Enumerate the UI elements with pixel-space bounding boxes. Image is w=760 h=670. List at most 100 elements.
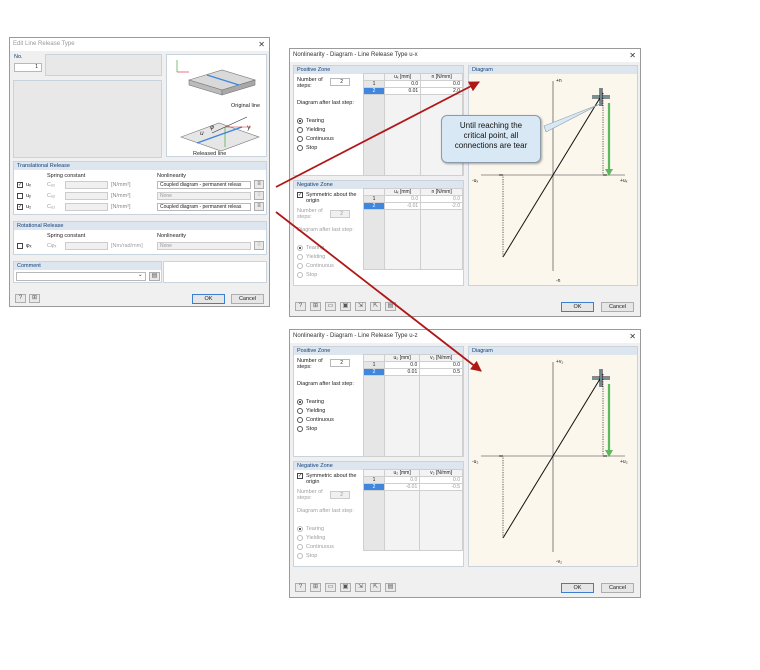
- cell-f[interactable]: 0.5: [419, 368, 463, 376]
- cell-f[interactable]: -2.0: [420, 202, 463, 210]
- neg-option-radio-stop[interactable]: [297, 272, 303, 278]
- ok-button[interactable]: OK: [192, 294, 225, 304]
- neg-option-radio-yielding[interactable]: [297, 254, 303, 260]
- cell-f[interactable]: -0.5: [419, 483, 463, 491]
- trans-checkbox-1[interactable]: [17, 193, 23, 199]
- export-icon[interactable]: ⇱: [370, 302, 381, 311]
- open-icon[interactable]: ▭: [325, 302, 336, 311]
- table-row[interactable]: 2 -0.01 -2.0: [363, 202, 463, 210]
- table-row[interactable]: 1 0.0 0.0: [363, 476, 463, 484]
- cell-f[interactable]: 0.0: [420, 80, 463, 88]
- neg-number-of-steps-field[interactable]: 2: [330, 210, 350, 218]
- save-icon[interactable]: ▣: [340, 302, 351, 311]
- table-row[interactable]: 2 0.01 0.5: [363, 368, 463, 376]
- no-field[interactable]: 1: [14, 63, 42, 72]
- symmetric-checkbox[interactable]: ✓: [297, 473, 303, 479]
- save-icon[interactable]: ▣: [340, 583, 351, 592]
- help-icon[interactable]: ?: [295, 583, 306, 592]
- option-radio-yielding[interactable]: [297, 408, 303, 414]
- neg-option-radio-continuous[interactable]: [297, 263, 303, 269]
- trans-constant-field[interactable]: [65, 203, 108, 211]
- cell-u[interactable]: 0.01: [383, 368, 421, 376]
- export-icon[interactable]: ⇱: [370, 583, 381, 592]
- import-icon[interactable]: ⇲: [355, 583, 366, 592]
- translational-release-panel: Translational Release Spring constant No…: [13, 161, 267, 215]
- trans-edit-diagram-icon[interactable]: ≡: [254, 202, 264, 211]
- print-icon[interactable]: ▤: [385, 302, 396, 311]
- number-of-steps-field[interactable]: 2: [330, 78, 350, 86]
- option-label-tearing: Tearing: [306, 399, 325, 405]
- trans-edit-diagram-icon[interactable]: ≡: [254, 191, 264, 200]
- option-radio-continuous[interactable]: [297, 136, 303, 142]
- option-radio-tearing[interactable]: [297, 118, 303, 124]
- cancel-button[interactable]: Cancel: [231, 294, 264, 304]
- ok-button[interactable]: OK: [561, 302, 594, 312]
- negative-diagram-table[interactable]: uₓ [mm] n [N/mm] 1 0.0 0.0 2 -0.01 -2.0: [363, 188, 463, 270]
- rot-nonlinearity-select[interactable]: None: [157, 242, 251, 250]
- print-icon[interactable]: ▤: [385, 583, 396, 592]
- neg-option-radio-stop[interactable]: [297, 553, 303, 559]
- table-row[interactable]: 1 0.0 0.0: [363, 361, 463, 369]
- rot-constant-field[interactable]: [65, 242, 108, 250]
- close-icon[interactable]: ✕: [629, 49, 636, 62]
- table-row[interactable]: 2 0.01 2.0: [363, 87, 463, 95]
- trans-constant-field[interactable]: [65, 181, 108, 189]
- negative-diagram-table[interactable]: u₂ [mm] v₂ [N/mm] 1 0.0 0.0 2 -0.01 -0.5: [363, 469, 463, 551]
- cell-u[interactable]: 0.0: [383, 361, 421, 369]
- cell-u[interactable]: 0.0: [383, 195, 422, 203]
- neg-option-radio-tearing[interactable]: [297, 526, 303, 532]
- cancel-button[interactable]: Cancel: [601, 302, 634, 312]
- cell-u[interactable]: 0.0: [383, 476, 421, 484]
- comment-header: Comment: [14, 262, 161, 270]
- trans-nonlinearity-select[interactable]: Coupled diagram - permanent releas: [157, 203, 251, 211]
- option-radio-yielding[interactable]: [297, 127, 303, 133]
- cell-u[interactable]: 0.0: [383, 80, 422, 88]
- number-of-steps-field[interactable]: 2: [330, 359, 350, 367]
- units-icon[interactable]: ⊞: [310, 583, 321, 592]
- option-radio-stop[interactable]: [297, 426, 303, 432]
- option-radio-stop[interactable]: [297, 145, 303, 151]
- neg-option-radio-tearing[interactable]: [297, 245, 303, 251]
- trans-checkbox-2[interactable]: ✓: [17, 204, 23, 210]
- units-icon[interactable]: ⊞: [310, 302, 321, 311]
- symmetric-checkbox[interactable]: ✓: [297, 192, 303, 198]
- cell-u[interactable]: -0.01: [383, 483, 421, 491]
- option-radio-tearing[interactable]: [297, 399, 303, 405]
- rot-edit-icon[interactable]: ≡: [254, 241, 264, 250]
- ok-button[interactable]: OK: [561, 583, 594, 593]
- table-row[interactable]: 1 0.0 0.0: [363, 80, 463, 88]
- import-icon[interactable]: ⇲: [355, 302, 366, 311]
- trans-edit-diagram-icon[interactable]: ≡: [254, 180, 264, 189]
- trans-nonlinearity-select[interactable]: None: [157, 192, 251, 200]
- comment-library-icon[interactable]: ▤: [149, 272, 160, 281]
- cell-u[interactable]: -0.01: [383, 202, 422, 210]
- neg-option-radio-continuous[interactable]: [297, 544, 303, 550]
- trans-nonlinearity-select[interactable]: Coupled diagram - permanent releas: [157, 181, 251, 189]
- cancel-button[interactable]: Cancel: [601, 583, 634, 593]
- neg-number-of-steps-field[interactable]: 2: [330, 491, 350, 499]
- option-radio-continuous[interactable]: [297, 417, 303, 423]
- close-icon[interactable]: ✕: [629, 330, 636, 343]
- close-icon[interactable]: ✕: [258, 38, 265, 51]
- rot-checkbox[interactable]: [17, 243, 23, 249]
- open-icon[interactable]: ▭: [325, 583, 336, 592]
- help-icon[interactable]: ?: [15, 294, 26, 303]
- units-icon[interactable]: ⊞: [29, 294, 40, 303]
- table-row[interactable]: 1 0.0 0.0: [363, 195, 463, 203]
- cell-f[interactable]: 0.0: [420, 195, 463, 203]
- rotational-release-panel: Rotational Release Spring constant Nonli…: [13, 221, 267, 255]
- comment-field[interactable]: [16, 272, 146, 281]
- dialog-title: Nonlinearity - Diagram - Line Release Ty…: [290, 49, 640, 62]
- cell-f[interactable]: 0.0: [419, 476, 463, 484]
- help-icon[interactable]: ?: [295, 302, 306, 311]
- trans-checkbox-0[interactable]: ✓: [17, 182, 23, 188]
- cell-u[interactable]: 0.01: [383, 87, 422, 95]
- table-row[interactable]: 2 -0.01 -0.5: [363, 483, 463, 491]
- cell-f[interactable]: 0.0: [419, 361, 463, 369]
- trans-constant-field[interactable]: [65, 192, 108, 200]
- axis-right-label: +uₓ: [620, 178, 628, 184]
- comment-dropdown-icon[interactable]: ⌄: [138, 272, 143, 278]
- cell-f[interactable]: 2.0: [420, 87, 463, 95]
- neg-option-radio-yielding[interactable]: [297, 535, 303, 541]
- positive-diagram-table[interactable]: u₂ [mm] v₂ [N/mm] 1 0.0 0.0 2 0.01 0.5: [363, 354, 463, 457]
